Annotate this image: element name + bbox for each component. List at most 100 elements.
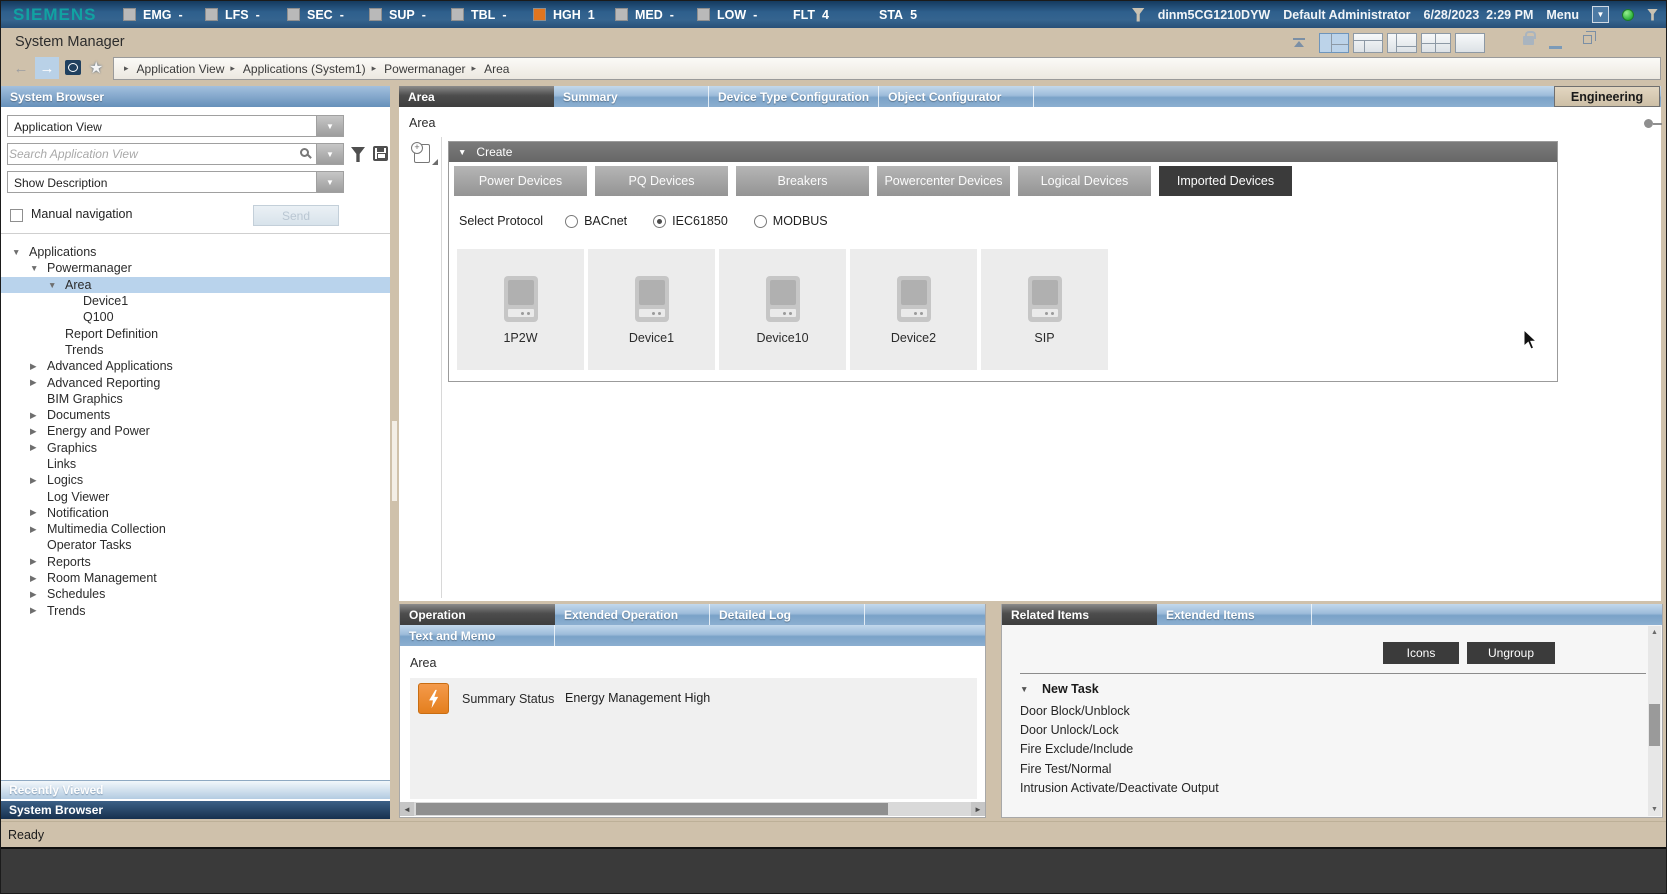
new-object-menu-icon[interactable] — [432, 159, 438, 165]
tree-expand-icon[interactable]: ▶ — [28, 605, 47, 616]
tree-expand-icon[interactable]: ▶ — [28, 573, 47, 584]
primary-tab[interactable]: Area — [399, 86, 554, 107]
primary-tab[interactable]: Device Type Configuration — [709, 86, 879, 107]
event-category-button[interactable]: SUP - — [369, 8, 451, 22]
send-button[interactable]: Send — [253, 205, 339, 226]
tree-expand-icon[interactable]: ▼ — [28, 263, 47, 273]
tree-item[interactable]: ▶ Trends — [1, 603, 390, 619]
tree-expand-icon[interactable]: ▶ — [28, 507, 47, 518]
breadcrumb-item[interactable]: Powermanager — [372, 62, 466, 76]
scrollbar-thumb[interactable] — [416, 803, 888, 815]
device-category-button[interactable]: Powercenter Devices — [877, 166, 1010, 196]
filter-small-icon[interactable] — [1647, 9, 1658, 21]
tree-item[interactable]: Trends — [1, 342, 390, 358]
device-category-button[interactable]: PQ Devices — [595, 166, 728, 196]
scrollbar-thumb[interactable] — [1649, 704, 1660, 746]
tree-item[interactable]: Links — [1, 456, 390, 472]
menu-dropdown-icon[interactable]: ▼ — [1592, 6, 1609, 23]
radio-icon[interactable] — [754, 215, 767, 228]
related-tab[interactable]: Extended Items — [1157, 604, 1312, 625]
layout-button-1[interactable] — [1319, 33, 1349, 53]
scroll-left-icon[interactable]: ◄ — [400, 802, 414, 816]
protocol-option[interactable]: IEC61850 — [653, 214, 728, 228]
view-selector[interactable]: Application View ▼ — [7, 115, 344, 137]
search-icon[interactable] — [300, 148, 309, 157]
device-tile[interactable]: 1P2W — [457, 249, 584, 370]
horizontal-scrollbar[interactable]: ◄ ► — [400, 802, 985, 816]
layout-button-5[interactable] — [1455, 33, 1485, 53]
layout-button-2[interactable] — [1353, 33, 1383, 53]
tree-item[interactable]: ▼ Area — [1, 277, 390, 293]
tree-item[interactable]: ▶ Graphics — [1, 440, 390, 456]
tree-item[interactable]: BIM Graphics — [1, 391, 390, 407]
event-category-button[interactable]: TBL - — [451, 8, 533, 22]
primary-tab[interactable]: Object Configurator — [879, 86, 1034, 107]
tree-item[interactable]: ▼ Powermanager — [1, 260, 390, 276]
event-counter-button[interactable]: STA 5 — [879, 8, 965, 22]
save-icon[interactable] — [373, 146, 388, 161]
breadcrumb-item[interactable]: Application View — [124, 62, 224, 76]
event-category-button[interactable]: MED - — [615, 8, 697, 22]
history-icon[interactable] — [65, 60, 81, 75]
tree-expand-icon[interactable]: ▶ — [28, 377, 47, 388]
panel-splitter[interactable] — [390, 86, 399, 819]
create-header[interactable]: ▼ Create — [449, 142, 1557, 162]
filter-icon[interactable] — [1132, 8, 1145, 22]
task-item[interactable]: Door Unlock/Lock — [1020, 720, 1642, 739]
event-category-button[interactable]: HGH 1 — [533, 8, 615, 22]
search-input[interactable] — [9, 145, 289, 163]
layout-button-3[interactable] — [1387, 33, 1417, 53]
favorites-icon[interactable]: ★ — [89, 58, 103, 78]
task-item[interactable]: Intrusion Activate/Deactivate Output — [1020, 779, 1642, 798]
tree-item[interactable]: ▶ Documents — [1, 407, 390, 423]
new-object-icon[interactable] — [414, 144, 430, 163]
device-category-button[interactable]: Power Devices — [454, 166, 587, 196]
scroll-up-icon[interactable]: ▲ — [1648, 626, 1661, 639]
device-tile[interactable]: SIP — [981, 249, 1108, 370]
vertical-scrollbar[interactable]: ▲ ▼ — [1648, 626, 1661, 816]
tree-expand-icon[interactable]: ▶ — [28, 524, 47, 535]
protocol-option[interactable]: BACnet — [565, 214, 627, 228]
tree-item[interactable]: Operator Tasks — [1, 537, 390, 553]
device-category-button[interactable]: Logical Devices — [1018, 166, 1151, 196]
minimize-button[interactable] — [1549, 46, 1562, 49]
device-category-button[interactable]: Breakers — [736, 166, 869, 196]
back-button[interactable]: ← — [9, 57, 33, 79]
task-item[interactable]: Door Block/Unblock — [1020, 701, 1642, 720]
memo-tab[interactable]: Text and Memo — [400, 625, 555, 646]
radio-icon[interactable] — [653, 215, 666, 228]
task-item[interactable]: Fire Test/Normal — [1020, 759, 1642, 778]
ungroup-button[interactable]: Ungroup — [1467, 642, 1555, 664]
event-counter-button[interactable]: FLT 4 — [793, 8, 879, 22]
device-tile[interactable]: Device10 — [719, 249, 846, 370]
task-group-header[interactable]: ▼ New Task — [1020, 682, 1099, 696]
restore-button[interactable] — [1583, 35, 1592, 44]
tree-item[interactable]: ▶ Room Management — [1, 570, 390, 586]
operation-tab[interactable]: Detailed Log — [710, 604, 865, 625]
event-category-button[interactable]: LOW - — [697, 8, 779, 22]
event-category-button[interactable]: EMG - — [123, 8, 205, 22]
filter-icon[interactable] — [351, 147, 365, 162]
event-category-button[interactable]: SEC - — [287, 8, 369, 22]
tree-item[interactable]: ▶ Reports — [1, 554, 390, 570]
tree-expand-icon[interactable]: ▶ — [28, 475, 47, 486]
chevron-down-icon[interactable]: ▼ — [316, 144, 343, 164]
tree-item[interactable]: ▶ Advanced Applications — [1, 358, 390, 374]
tree-item[interactable]: ▶ Logics — [1, 472, 390, 488]
chevron-down-icon[interactable]: ▼ — [316, 116, 343, 136]
tree-item[interactable]: ▶ Advanced Reporting — [1, 374, 390, 390]
primary-tab[interactable]: Summary — [554, 86, 709, 107]
tree-item[interactable]: ▶ Notification — [1, 505, 390, 521]
engineering-mode-button[interactable]: Engineering — [1554, 86, 1660, 107]
tree-expand-icon[interactable]: ▶ — [28, 556, 47, 567]
collapse-panel-icon[interactable] — [1291, 38, 1307, 47]
description-selector[interactable]: Show Description ▼ — [7, 171, 344, 193]
task-item[interactable]: Fire Exclude/Include — [1020, 740, 1642, 759]
breadcrumb-item[interactable]: Applications (System1) — [230, 62, 365, 76]
tree-expand-icon[interactable]: ▼ — [46, 280, 65, 290]
recently-viewed-bar[interactable]: Recently Viewed — [1, 780, 390, 799]
chevron-down-icon[interactable]: ▼ — [316, 172, 343, 192]
tree-item[interactable]: Report Definition — [1, 325, 390, 341]
tree-item[interactable]: ▶ Energy and Power — [1, 423, 390, 439]
breadcrumb-item[interactable]: Area — [472, 62, 510, 76]
